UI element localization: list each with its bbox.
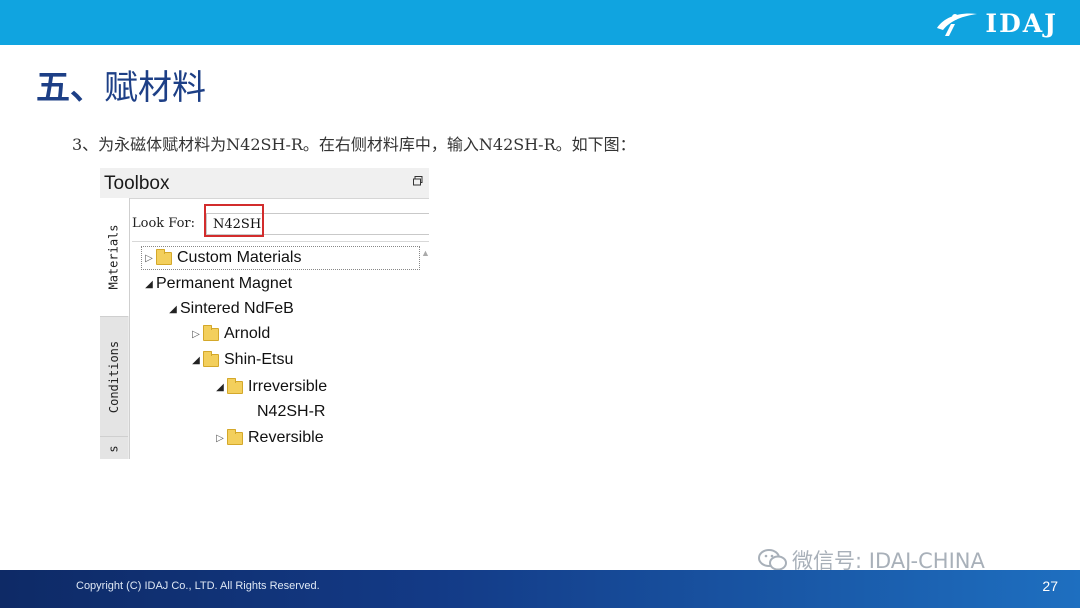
instruction-text: 3、为永磁体赋材料为N42SH-R。在右侧材料库中，输入N42SH-R。如下图： — [72, 135, 636, 154]
tree-item-permanent-magnet[interactable]: ◢ Permanent Magnet — [142, 273, 292, 295]
scroll-up-icon[interactable]: ▲ — [421, 248, 429, 258]
folder-icon — [227, 377, 243, 394]
folder-icon — [203, 350, 219, 367]
logo-swoosh-icon — [937, 13, 978, 36]
expand-arrow-icon[interactable]: ▷ — [189, 329, 203, 340]
tree-item-arnold[interactable]: ▷ Arnold — [189, 323, 270, 345]
folder-icon — [203, 324, 219, 341]
idaj-logo: IDAJ — [933, 6, 1058, 40]
look-for-label: Look For: — [132, 216, 196, 231]
tab-partial[interactable]: s — [100, 436, 128, 459]
look-for-input[interactable] — [206, 213, 429, 235]
tree-item-reversible[interactable]: ▷ Reversible — [213, 427, 324, 449]
tree-item-irreversible[interactable]: ◢ Irreversible — [213, 376, 327, 398]
pin-icon[interactable] — [413, 176, 423, 186]
top-banner — [0, 0, 1080, 45]
copyright-text: Copyright (C) IDAJ Co., LTD. All Rights … — [76, 580, 320, 592]
title-number: 五、 — [36, 68, 104, 108]
title-text: 赋材料 — [104, 68, 206, 108]
collapse-arrow-icon[interactable]: ◢ — [213, 382, 227, 393]
wechat-icon — [758, 549, 787, 571]
collapse-arrow-icon[interactable]: ◢ — [142, 279, 156, 290]
expand-arrow-icon[interactable]: ▷ — [213, 433, 227, 444]
collapse-arrow-icon[interactable]: ◢ — [166, 304, 180, 315]
tree-item-n42sh-r[interactable]: N42SH-R — [257, 401, 325, 423]
collapse-arrow-icon[interactable]: ◢ — [189, 355, 203, 366]
toolbox-header: Toolbox — [100, 168, 429, 199]
toolbox-title: Toolbox — [104, 173, 170, 194]
slide-title: 五、赋材料 — [36, 60, 206, 109]
toolbox-panel: Toolbox Materials Conditions s Look For:… — [100, 168, 429, 459]
folder-icon — [227, 428, 243, 445]
expand-arrow-icon[interactable]: ▷ — [142, 253, 156, 264]
toolbox-side-tabs: Materials Conditions s — [100, 198, 130, 459]
folder-icon — [156, 248, 172, 265]
tab-materials[interactable]: Materials — [100, 198, 129, 316]
tree-item-shin-etsu[interactable]: ◢ Shin-Etsu — [189, 349, 293, 371]
tab-conditions[interactable]: Conditions — [100, 316, 128, 437]
page-number: 27 — [1042, 578, 1058, 594]
tree-item-custom-materials[interactable]: ▷ Custom Materials — [141, 246, 420, 270]
logo-text: IDAJ — [985, 8, 1058, 38]
tree-item-sintered-ndfeb[interactable]: ◢ Sintered NdFeB — [166, 298, 294, 320]
